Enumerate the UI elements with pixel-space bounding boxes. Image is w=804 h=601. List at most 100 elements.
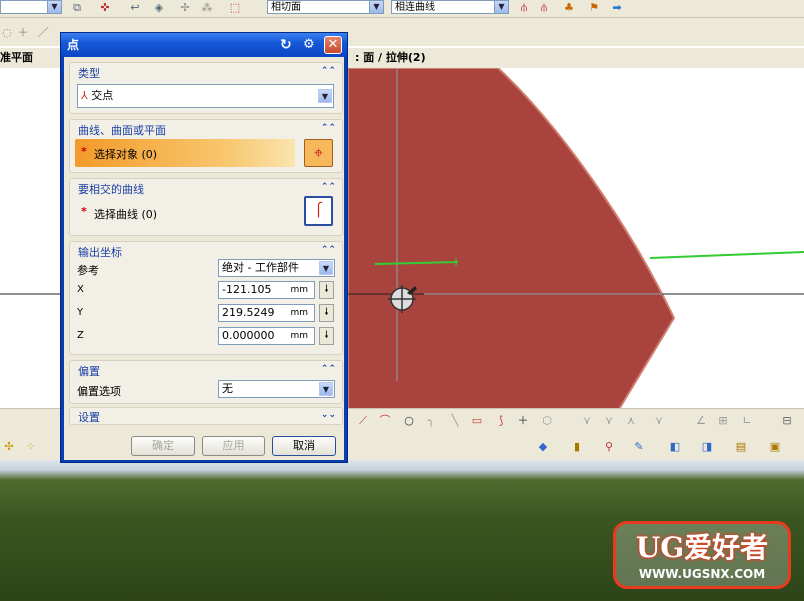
ok-button[interactable]: 确定 — [131, 436, 195, 456]
circle-icon[interactable]: ◌ — [0, 26, 14, 39]
polyline-tool-icon[interactable]: ⟆ — [494, 414, 508, 427]
top-toolbar: ▼ ⧉ ✜ ↩ ◈ ✢ ⁂ ⬚ 相切面 ▼ 相连曲线 ▼ ⫛ ⫛ ♣ ⚑ ➡ — [0, 0, 804, 18]
line-tool-icon[interactable]: ⟋ — [356, 414, 370, 427]
watermark-url: WWW.UGSNX.COM — [638, 567, 766, 581]
circle-tool-icon[interactable]: ○ — [402, 414, 416, 427]
settings-group[interactable]: 设置 ⌄⌄ — [69, 407, 343, 425]
box-icon[interactable]: ▣ — [768, 440, 782, 453]
assembly-icon[interactable]: ⁘ — [24, 440, 38, 453]
select-object-row[interactable]: * 选择对象 (0) — [75, 139, 295, 167]
intersection-point-icon: ⅄ — [81, 89, 88, 102]
color-icon[interactable]: ✎ — [632, 440, 646, 453]
box-select-icon[interactable]: ⬚ — [228, 1, 242, 14]
required-asterisk: * — [81, 145, 87, 158]
point-icon[interactable]: ✢ — [178, 1, 192, 14]
collapse-icon[interactable]: ⌃⌃ — [321, 123, 336, 133]
cancel-button[interactable]: 取消 — [272, 436, 336, 456]
y-label: Y — [77, 307, 84, 318]
type-header: 类型 — [78, 67, 100, 80]
close-icon[interactable]: ✕ — [324, 36, 342, 54]
select-curve-button[interactable]: ⎧ — [304, 196, 333, 226]
tree-icon[interactable]: ♣ — [562, 1, 576, 14]
z-arrow-down-icon[interactable]: 🠗 — [319, 327, 334, 345]
layer-icon[interactable]: ▤ — [734, 440, 748, 453]
y-arrow-down-icon[interactable]: 🠗 — [319, 304, 334, 322]
collapse-icon[interactable]: ⌃⌃ — [321, 364, 336, 374]
offset-group: 偏置 ⌃⌃ 偏置选项 无 ▼ — [69, 360, 343, 404]
undo-icon[interactable]: ↩ — [128, 1, 142, 14]
type-dropdown[interactable]: ⅄ 交点 ▼ — [77, 84, 334, 108]
view-title-left: 准平面 — [0, 51, 33, 64]
intersect-curve-group: 要相交的曲线 ⌃⌃ * 选择曲线 (0) ⎧ — [69, 178, 343, 236]
trim-tool-icon[interactable]: ⋎ — [580, 414, 594, 427]
corner-tool-icon[interactable]: ⋏ — [624, 414, 638, 427]
extend-tool-icon[interactable]: ⋎ — [602, 414, 616, 427]
point-dialog: 点 ↻ ⚙ ✕ 类型 ⌃⌃ ⅄ 交点 ▼ 曲线、曲面或平面 ⌃⌃ * 选择对象 … — [60, 32, 348, 463]
green-curve-right — [649, 251, 804, 259]
fillet-tool-icon[interactable]: ╮ — [424, 414, 438, 427]
datum-icon[interactable]: ⚲ — [602, 440, 616, 453]
arc-tool-icon[interactable]: ⌒ — [378, 414, 392, 427]
rectangle-tool-icon[interactable]: ▭ — [470, 414, 484, 427]
copy-icon[interactable]: ⧉ — [70, 1, 84, 14]
offset-tool-icon[interactable]: ∠ — [694, 414, 708, 427]
plus-icon[interactable]: ＋ — [16, 26, 30, 39]
chamfer-tool-icon[interactable]: ╲ — [448, 414, 462, 427]
intersect-stop-icon[interactable]: ⫛ — [537, 1, 551, 14]
chevron-down-icon: ▼ — [319, 382, 333, 396]
intersect-icon[interactable]: ⫛ — [517, 1, 531, 14]
mirror-tool-icon[interactable]: ⋎ — [652, 414, 666, 427]
render-icon[interactable]: ◧ — [668, 440, 682, 453]
chevron-down-icon: ▼ — [369, 1, 383, 13]
curve-surface-group: 曲线、曲面或平面 ⌃⌃ * 选择对象 (0) ⌖ — [69, 119, 343, 173]
mirror-body-icon[interactable]: ▮ — [570, 440, 584, 453]
crosshair-select-button[interactable]: ⌖ — [304, 139, 333, 167]
arrow-right-icon[interactable]: ➡ — [610, 1, 624, 14]
collapse-icon[interactable]: ⌃⌃ — [321, 66, 336, 76]
pattern-tool-icon[interactable]: ⊞ — [716, 414, 730, 427]
reference-label: 参考 — [77, 264, 99, 277]
collapse-icon[interactable]: ⌃⌃ — [321, 245, 336, 255]
snap-point-icon[interactable]: ✜ — [98, 1, 112, 14]
z-label: Z — [77, 330, 84, 341]
x-arrow-down-icon[interactable]: 🠗 — [319, 281, 334, 299]
chevron-down-icon: ▼ — [494, 1, 508, 13]
point-tool-icon[interactable]: ＋ — [516, 414, 530, 427]
y-field[interactable]: 219.5249 mm — [218, 304, 315, 322]
feature-icon[interactable]: ◆ — [536, 440, 550, 453]
required-asterisk: * — [81, 205, 87, 218]
dialog-titlebar[interactable]: 点 ↻ ⚙ ✕ — [61, 33, 347, 57]
offset-header: 偏置 — [78, 365, 100, 378]
intersect-curve-header: 要相交的曲线 — [78, 183, 144, 196]
curve-surface-header: 曲线、曲面或平面 — [78, 124, 166, 137]
expand-icon[interactable]: ⌄⌄ — [321, 410, 336, 420]
curve-rule-dropdown[interactable]: 相连曲线 ▼ — [391, 0, 509, 14]
settings-header: 设置 — [78, 411, 100, 424]
filter-icon[interactable]: ⚑ — [587, 1, 601, 14]
z-field[interactable]: 0.000000 mm — [218, 327, 315, 345]
offset-option-label: 偏置选项 — [77, 385, 121, 398]
face-rule-dropdown[interactable]: 相切面 ▼ — [267, 0, 384, 14]
solid-icon[interactable]: ◈ — [152, 1, 166, 14]
select-object-label: 选择对象 (0) — [94, 148, 158, 161]
gear-icon[interactable]: ⚙ — [303, 33, 315, 57]
grid-tool-icon[interactable]: ⊟ — [780, 414, 794, 427]
reset-icon[interactable]: ↻ — [280, 33, 292, 57]
collapse-icon[interactable]: ⌃⌃ — [321, 182, 336, 192]
apply-button[interactable]: 应用 — [202, 436, 265, 456]
dialog-title: 点 — [67, 38, 80, 52]
snap-icon[interactable]: ✣ — [2, 440, 16, 453]
points-icon[interactable]: ⁂ — [200, 1, 214, 14]
reference-dropdown[interactable]: 绝对 - 工作部件 ▼ — [218, 259, 335, 277]
watermark-title: UG爱好者 — [635, 531, 769, 564]
chevron-down-icon: ▼ — [319, 261, 333, 275]
shade-icon[interactable]: ◨ — [700, 440, 714, 453]
dialog-body: 类型 ⌃⌃ ⅄ 交点 ▼ 曲线、曲面或平面 ⌃⌃ * 选择对象 (0) ⌖ 要相… — [64, 57, 344, 460]
filter-dropdown-left[interactable]: ▼ — [0, 0, 62, 14]
constraint-tool-icon[interactable]: ∟ — [740, 414, 754, 427]
polygon-tool-icon[interactable]: ⬡ — [540, 414, 554, 427]
offset-option-dropdown[interactable]: 无 ▼ — [218, 380, 335, 398]
type-group: 类型 ⌃⌃ ⅄ 交点 ▼ — [69, 62, 343, 114]
line-icon[interactable]: ／ — [36, 26, 50, 39]
x-field[interactable]: -121.105 mm — [218, 281, 315, 299]
